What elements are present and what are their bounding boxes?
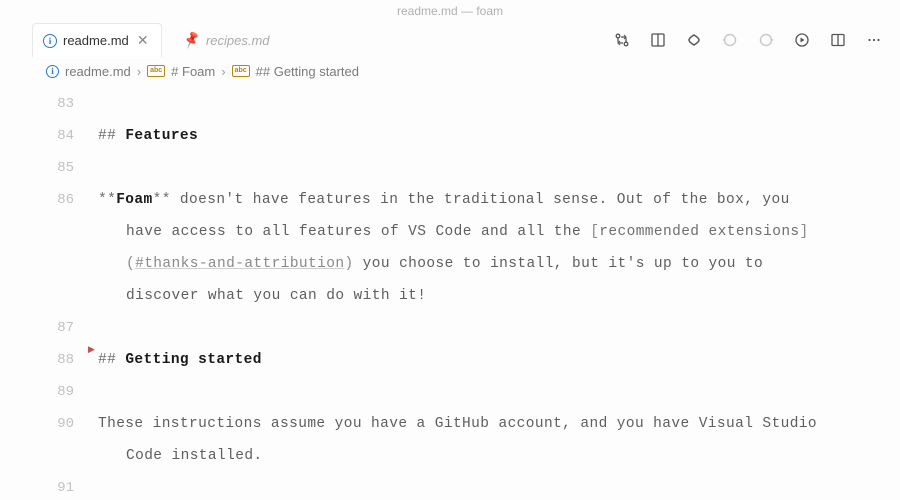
pin-icon: 📌 bbox=[182, 30, 203, 51]
breadcrumb-label: # Foam bbox=[171, 64, 215, 79]
split-editor-icon[interactable] bbox=[826, 28, 850, 52]
breadcrumb-file[interactable]: i readme.md bbox=[46, 64, 131, 79]
code-line: 91 bbox=[0, 472, 900, 500]
line-number: 90 bbox=[0, 408, 98, 440]
heading-icon: abc bbox=[232, 65, 250, 77]
current-line-indicator-icon: ▶ bbox=[88, 344, 95, 355]
code-line: 89 bbox=[0, 376, 900, 408]
code-text: discover what you can do with it! bbox=[126, 280, 900, 312]
info-icon: i bbox=[46, 65, 59, 78]
tab-label: recipes.md bbox=[206, 33, 270, 48]
run-icon[interactable] bbox=[790, 28, 814, 52]
breadcrumb-h1[interactable]: abc # Foam bbox=[147, 64, 215, 79]
close-icon[interactable]: ✕ bbox=[135, 33, 151, 49]
code-text: **Foam** doesn't have features in the tr… bbox=[98, 184, 900, 216]
next-change-icon[interactable] bbox=[754, 28, 778, 52]
code-line: 86**Foam** doesn't have features in the … bbox=[0, 184, 900, 216]
code-line: 90These instructions assume you have a G… bbox=[0, 408, 900, 440]
chevron-right-icon: › bbox=[221, 64, 225, 79]
show-backlinks-icon[interactable] bbox=[682, 28, 706, 52]
code-line: Code installed. bbox=[0, 440, 900, 472]
tab-readme[interactable]: i readme.md ✕ bbox=[32, 23, 162, 57]
open-preview-icon[interactable] bbox=[646, 28, 670, 52]
line-number: 83 bbox=[0, 88, 98, 120]
line-number: 91 bbox=[0, 472, 98, 500]
code-line: have access to all features of VS Code a… bbox=[0, 216, 900, 248]
info-icon: i bbox=[43, 34, 57, 48]
chevron-right-icon: › bbox=[137, 64, 141, 79]
line-number: 85 bbox=[0, 152, 98, 184]
code-line: discover what you can do with it! bbox=[0, 280, 900, 312]
line-number: 84 bbox=[0, 120, 98, 152]
breadcrumb-label: readme.md bbox=[65, 64, 131, 79]
code-text: have access to all features of VS Code a… bbox=[126, 216, 900, 248]
code-line: (#thanks-and-attribution) you choose to … bbox=[0, 248, 900, 280]
code-text: ## Features bbox=[98, 120, 900, 152]
code-text: ## Getting started bbox=[98, 344, 900, 376]
prev-change-icon[interactable] bbox=[718, 28, 742, 52]
code-text: (#thanks-and-attribution) you choose to … bbox=[126, 248, 900, 280]
line-number: 86 bbox=[0, 184, 98, 216]
code-line: ▶88## Getting started bbox=[0, 344, 900, 376]
code-line: 83 bbox=[0, 88, 900, 120]
line-number: 87 bbox=[0, 312, 98, 344]
line-number: 89 bbox=[0, 376, 98, 408]
breadcrumb[interactable]: i readme.md › abc # Foam › abc ## Gettin… bbox=[0, 58, 900, 84]
tab-bar: i readme.md ✕ 📌 recipes.md bbox=[0, 22, 900, 58]
code-text: Code installed. bbox=[126, 440, 900, 472]
line-number: 88 bbox=[0, 344, 98, 376]
heading-icon: abc bbox=[147, 65, 165, 77]
breadcrumb-h2[interactable]: abc ## Getting started bbox=[232, 64, 359, 79]
tab-recipes[interactable]: 📌 recipes.md bbox=[174, 23, 280, 57]
code-text: These instructions assume you have a Git… bbox=[98, 408, 900, 440]
tab-label: readme.md bbox=[63, 33, 129, 48]
window-title: readme.md — foam bbox=[0, 0, 900, 22]
more-actions-icon[interactable] bbox=[862, 28, 886, 52]
code-line: 87 bbox=[0, 312, 900, 344]
editor[interactable]: 83 84## Features 85 86**Foam** doesn't h… bbox=[0, 84, 900, 500]
breadcrumb-label: ## Getting started bbox=[256, 64, 359, 79]
code-line: 85 bbox=[0, 152, 900, 184]
editor-actions bbox=[610, 22, 886, 58]
compare-changes-icon[interactable] bbox=[610, 28, 634, 52]
code-line: 84## Features bbox=[0, 120, 900, 152]
